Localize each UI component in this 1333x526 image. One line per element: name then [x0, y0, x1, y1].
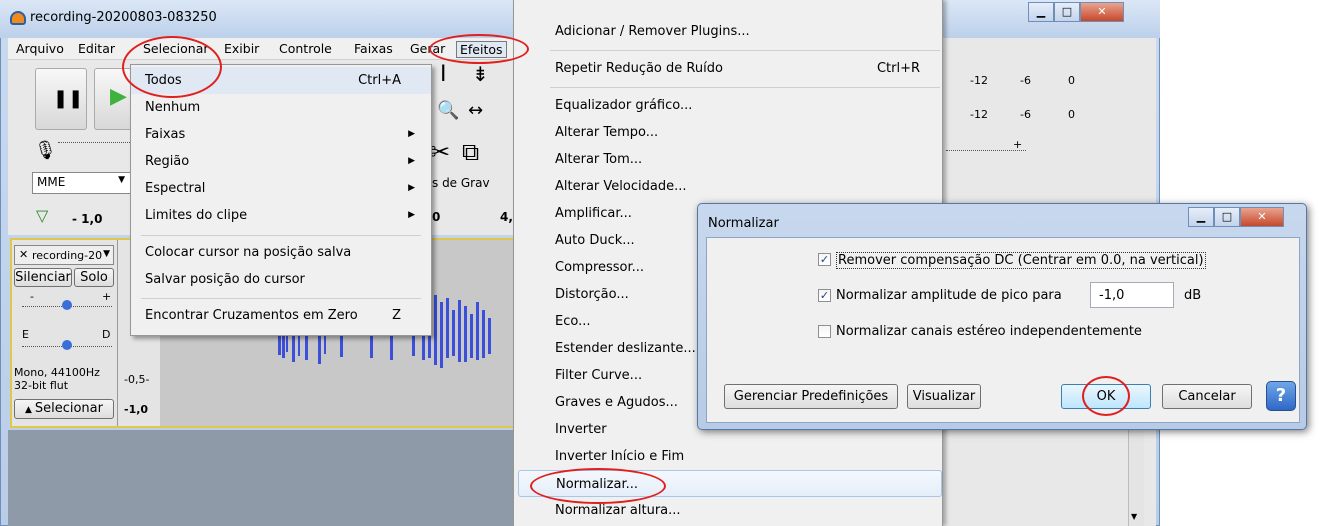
vertical-scrollbar[interactable]	[1128, 420, 1144, 526]
effect-change-pitch[interactable]: Alterar Tom...	[514, 146, 942, 173]
select-menu: Todos Ctrl+A Nenhum Faixas ▶ Região ▶ Espec…	[130, 64, 432, 336]
menu-separator	[550, 50, 940, 51]
menu-separator	[141, 298, 421, 299]
cursor-to-saved-item[interactable]: Colocar cursor na posição salva	[131, 239, 431, 266]
gain-minus-label: -	[30, 290, 34, 303]
fit-icon[interactable]: ↔	[468, 100, 483, 121]
menu-separator	[550, 87, 940, 88]
chevron-right-icon: ▶	[408, 156, 415, 166]
chevron-right-icon: ▶	[408, 183, 415, 193]
chevron-right-icon: ▶	[408, 129, 415, 139]
menu-separator	[141, 235, 421, 236]
pan-left-label: E	[22, 328, 29, 341]
remove-dc-label: Remover compensação DC (Centrar em 0.0, …	[836, 252, 1206, 269]
track-format-info: Mono, 44100Hz	[14, 366, 100, 379]
triangle-down-icon[interactable]: ▽	[36, 206, 48, 225]
cancel-button[interactable]: Cancelar	[1162, 384, 1252, 409]
track-bitdepth-info: 32-bit flut	[14, 379, 69, 392]
effect-add-remove-plugins[interactable]: Adicionar / Remover Plugins...	[514, 18, 942, 45]
dialog-minimize-button[interactable]: ▁	[1188, 207, 1214, 227]
select-region-item[interactable]: Região ▶	[131, 148, 431, 175]
cursor-tool-icon[interactable]: I	[440, 62, 447, 87]
microphone-icon: 🎙	[34, 140, 57, 161]
manage-presets-button[interactable]: Gerenciar Predefinições	[724, 384, 898, 409]
effect-graphic-eq[interactable]: Equalizador gráfico...	[514, 92, 942, 119]
host-select[interactable]: MME ▼	[32, 172, 132, 194]
normalize-peak-label: Normalizar amplitude de pico para	[836, 288, 1062, 303]
menu-arquivo[interactable]: Arquivo	[16, 41, 64, 56]
meter-tick-minus12: -12	[970, 74, 988, 87]
play-icon: ▶	[110, 84, 127, 109]
chevron-down-icon: ▼	[103, 249, 110, 259]
menu-controle[interactable]: Controle	[279, 41, 332, 56]
peak-amplitude-input[interactable]: -1,0	[1090, 282, 1174, 308]
minimize-button[interactable]: ▁	[1028, 2, 1054, 22]
maximize-button[interactable]: □	[1054, 2, 1080, 22]
cut-icon[interactable]: ✂	[430, 138, 450, 166]
annotation-circle-effects-menu	[429, 34, 529, 64]
empty-tracks-area	[8, 430, 513, 526]
meter2-tick-minus12: -12	[970, 108, 988, 121]
meter-tick-0: 0	[1068, 74, 1075, 87]
select-none-item[interactable]: Nenhum	[131, 94, 431, 121]
zero-crossings-item[interactable]: Encontrar Cruzamentos em Zero Z	[131, 302, 431, 329]
rec-device-select[interactable]: s de Grav	[432, 176, 490, 190]
gain-plus-label: +	[102, 290, 112, 303]
menu-faixas[interactable]: Faixas	[354, 41, 393, 56]
normalize-peak-checkbox[interactable]: ✓	[818, 289, 831, 302]
remove-dc-checkbox[interactable]: ✓	[818, 253, 831, 266]
zoom-value: - 1,0	[72, 212, 103, 226]
pause-icon: ❚❚	[53, 88, 84, 109]
headphones-icon	[10, 11, 26, 25]
scale-bottom-label: -1,0	[124, 403, 149, 416]
rec-level-slider[interactable]	[58, 142, 130, 143]
select-tracks-item[interactable]: Faixas ▶	[131, 121, 431, 148]
effect-change-speed[interactable]: Alterar Velocidade...	[514, 173, 942, 200]
dialog-close-button[interactable]: ✕	[1240, 207, 1284, 227]
annotation-circle-ok-button	[1082, 376, 1130, 416]
effect-repeat-noise-reduction[interactable]: Repetir Redução de Ruído Ctrl+R	[514, 55, 942, 82]
scale-mid-label: -0,5-	[124, 373, 150, 386]
help-button[interactable]: ?	[1266, 381, 1296, 411]
menu-exibir[interactable]: Exibir	[224, 41, 259, 56]
ruler-right: 4,	[500, 210, 513, 224]
annotation-circle-select-menu	[122, 36, 222, 98]
select-spectral-item[interactable]: Espectral ▶	[131, 175, 431, 202]
effect-change-tempo[interactable]: Alterar Tempo...	[514, 119, 942, 146]
track-select-button[interactable]: ▲ Selecionar	[14, 399, 114, 419]
copy-icon[interactable]: ⧉	[462, 138, 479, 166]
window-title: recording-20200803-083250	[30, 10, 217, 25]
track-name-menu[interactable]: ✕ recording-20 ▼	[14, 245, 114, 265]
solo-button[interactable]: Solo	[74, 268, 114, 287]
peak-unit-label: dB	[1184, 288, 1202, 303]
scroll-down-icon[interactable]: ▼	[1131, 512, 1137, 521]
save-cursor-item[interactable]: Salvar posição do cursor	[131, 266, 431, 293]
dialog-window-controls: ▁ □ ✕	[1188, 207, 1284, 227]
window-controls: ▁ □ ✕	[1028, 2, 1124, 22]
meter-tick-minus6: -6	[1020, 74, 1031, 87]
pan-right-label: D	[102, 328, 111, 341]
stereo-independent-label: Normalizar canais estéreo independenteme…	[836, 324, 1142, 339]
playback-slider[interactable]	[946, 150, 1026, 151]
mute-button[interactable]: Silenciar	[14, 268, 72, 287]
chevron-right-icon: ▶	[408, 210, 415, 220]
zoom-icon[interactable]: 🔍	[437, 100, 459, 121]
dialog-title: Normalizar	[708, 216, 779, 231]
close-track-icon[interactable]: ✕	[19, 248, 28, 261]
envelope-tool-icon[interactable]: ⇟	[472, 62, 489, 86]
select-clip-bounds-item[interactable]: Limites do clipe ▶	[131, 202, 431, 229]
gain-slider-thumb[interactable]	[62, 300, 72, 310]
ruler-left: 0	[432, 210, 441, 224]
menu-editar[interactable]: Editar	[78, 41, 115, 56]
pan-slider-thumb[interactable]	[62, 340, 72, 350]
stereo-independent-checkbox[interactable]	[818, 325, 831, 338]
meter2-tick-0: 0	[1068, 108, 1075, 121]
dialog-maximize-button[interactable]: □	[1214, 207, 1240, 227]
meter2-tick-minus6: -6	[1020, 108, 1031, 121]
annotation-circle-normalize-item	[530, 468, 666, 504]
close-button[interactable]: ✕	[1080, 2, 1124, 22]
effect-reverse[interactable]: Inverter Início e Fim	[514, 443, 942, 470]
preview-button[interactable]: Visualizar	[907, 384, 981, 409]
